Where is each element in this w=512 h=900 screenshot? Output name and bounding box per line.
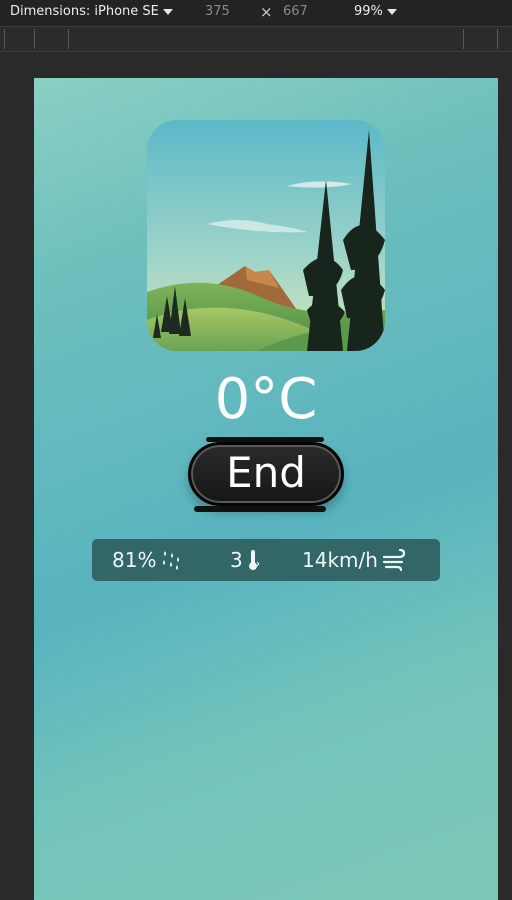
device-dropdown[interactable]: Dimensions: iPhone SE xyxy=(10,4,173,19)
wind-stat: 14km/h xyxy=(302,539,408,581)
ruler-tick xyxy=(34,29,35,49)
ruler-tick xyxy=(497,29,498,49)
device-label: Dimensions: iPhone SE xyxy=(10,4,159,19)
thermometer-icon xyxy=(248,550,260,570)
dimension-separator: × xyxy=(260,3,273,21)
temp-stat: 3 xyxy=(230,539,261,581)
temperature-display: 0°C xyxy=(214,367,318,432)
ruler-tick xyxy=(68,29,69,49)
devtools-toolbar: Dimensions: iPhone SE 375 × 667 99% xyxy=(0,0,512,26)
end-button-wrapper: End xyxy=(184,433,348,513)
chevron-down-icon xyxy=(162,9,173,15)
zoom-dropdown[interactable]: 99% xyxy=(354,4,397,19)
zoom-label: 99% xyxy=(354,4,383,19)
end-button[interactable]: End xyxy=(188,442,344,506)
temp-stat-value: 3 xyxy=(230,548,243,572)
viewport-width[interactable]: 375 xyxy=(205,4,230,19)
landscape-image xyxy=(147,120,385,351)
wind-value: 14km/h xyxy=(302,548,378,572)
media-query-ruler xyxy=(0,26,512,52)
ruler-tick xyxy=(463,29,464,49)
button-bottom-decoration xyxy=(194,506,326,512)
humidity-value: 81% xyxy=(112,548,157,572)
humidity-stat: 81% xyxy=(112,539,182,581)
humidity-drops-icon xyxy=(163,551,180,570)
landscape-illustration xyxy=(147,120,385,351)
wind-icon xyxy=(382,549,406,571)
ruler-tick xyxy=(4,29,5,49)
weather-stats-bar: 81% 3 14km/h xyxy=(92,539,440,581)
viewport-height[interactable]: 667 xyxy=(283,4,308,19)
phone-viewport: 0°C End 81% 3 14km/h xyxy=(34,78,498,900)
chevron-down-icon xyxy=(386,9,397,15)
